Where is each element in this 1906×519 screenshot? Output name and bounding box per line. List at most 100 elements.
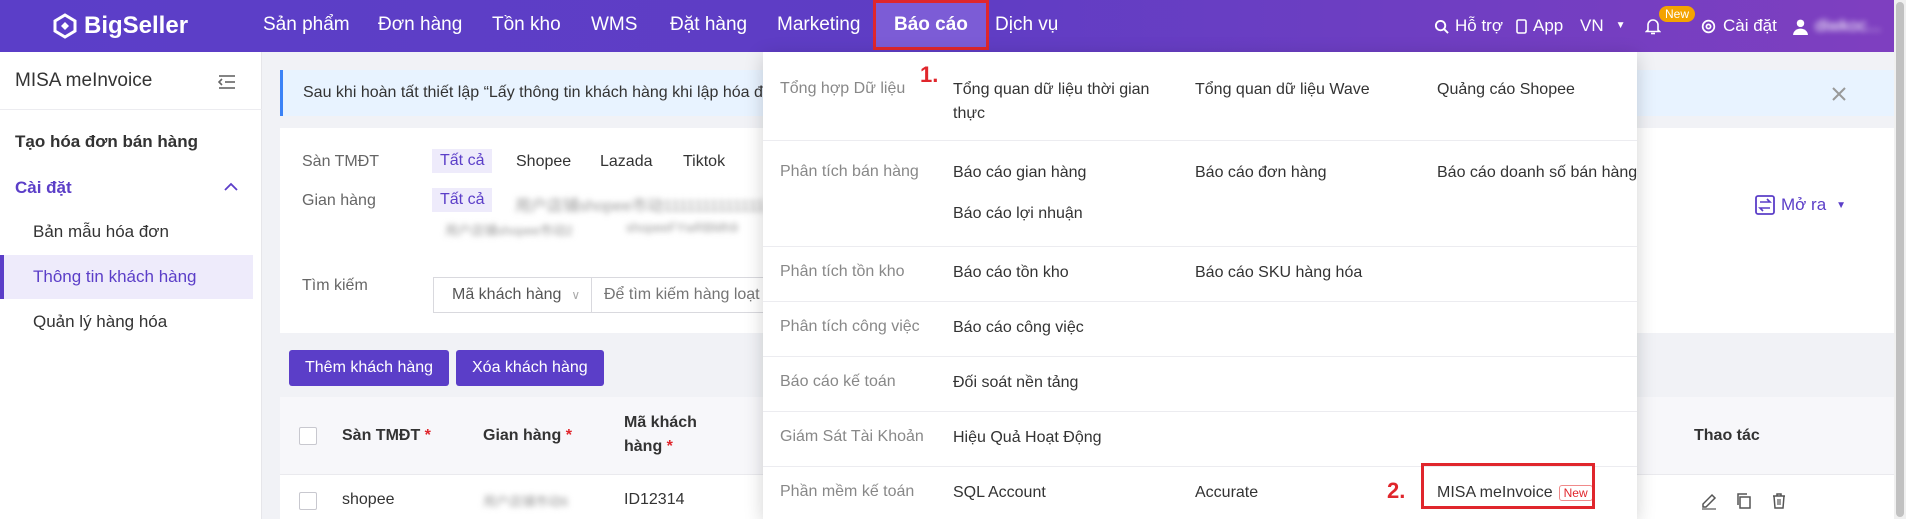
support-label: Hỗ trợ	[1455, 16, 1503, 35]
menu-link-work-report[interactable]: Báo cáo công việc	[953, 316, 1084, 340]
mobile-phone-icon	[1516, 18, 1527, 34]
search-field-select[interactable]: Mã khách hàng ∨	[434, 278, 592, 312]
menu-row-account-monitoring: Giám Sát Tài Khoản Hiệu Quả Hoạt Động	[763, 412, 1637, 467]
sidebar-item-invoice-template[interactable]: Bản mẫu hóa đơn	[33, 222, 169, 242]
menu-link-realtime-overview-line1: Tổng quan dữ liệu thời gian	[953, 81, 1150, 98]
chevron-up-icon[interactable]	[224, 182, 238, 192]
nav-services[interactable]: Dịch vụ	[995, 0, 1058, 52]
nav-orders[interactable]: Đơn hàng	[378, 0, 462, 52]
settings-link[interactable]: Cài đặt	[1700, 0, 1777, 52]
support-link[interactable]: Hỗ trợ	[1434, 0, 1503, 52]
menu-link-store-report[interactable]: Báo cáo gian hàng	[953, 161, 1086, 185]
menu-link-sales-revenue-report[interactable]: Báo cáo doanh số bán hàng	[1437, 161, 1637, 185]
menu-category: Phân tích bán hàng	[780, 163, 919, 180]
sidebar-item-goods-management[interactable]: Quản lý hàng hóa	[33, 312, 167, 332]
store-option-all[interactable]: Tất cả	[432, 188, 493, 212]
app-link[interactable]: App	[1516, 0, 1563, 52]
caret-down-icon: ▼	[1836, 199, 1847, 211]
expand-filters-button[interactable]: Mở ra ▼	[1755, 195, 1846, 215]
gear-icon	[1701, 19, 1716, 33]
platform-option-shopee[interactable]: Shopee	[516, 153, 571, 171]
menu-link-sql-account[interactable]: SQL Account	[953, 481, 1046, 505]
copy-icon[interactable]	[1735, 492, 1753, 510]
sidebar-title: MISA meInvoice	[15, 70, 153, 91]
search-input[interactable]	[592, 286, 772, 304]
highlight-box	[1421, 463, 1595, 509]
notifications-button[interactable]	[1645, 0, 1661, 52]
nav-inventory[interactable]: Tồn kho	[492, 0, 561, 52]
edit-icon[interactable]	[1700, 492, 1718, 510]
cell-customer-code: ID12314	[624, 491, 685, 508]
required-mark: *	[565, 427, 572, 444]
column-customer-code: Mã khách hàng *	[624, 411, 697, 459]
new-badge: New	[1659, 6, 1696, 22]
store-option-3[interactable]: shopeeFYwRBMh9	[626, 220, 738, 235]
username: diwkoc...	[1815, 16, 1882, 35]
column-actions: Thao tác	[1694, 427, 1760, 444]
platform-option-lazada[interactable]: Lazada	[600, 153, 653, 171]
column-platform: Sàn TMĐT *	[342, 424, 431, 448]
collapse-sidebar-icon[interactable]	[218, 74, 236, 90]
select-all-checkbox[interactable]	[299, 427, 317, 445]
menu-link-platform-reconciliation[interactable]: Đối soát nền tảng	[953, 371, 1078, 395]
nav-products[interactable]: Sản phẩm	[263, 0, 350, 52]
switch-icon	[1755, 195, 1775, 215]
app-label: App	[1533, 16, 1564, 35]
reports-dropdown-menu: Tổng hợp Dữ liệu Tổng quan dữ liệu thời …	[763, 52, 1637, 519]
language-selector[interactable]: VN ▼	[1580, 0, 1626, 52]
notice-text: Sau khi hoàn tất thiết lập “Lấy thông ti…	[303, 84, 774, 101]
brand-logo[interactable]: BigSeller	[52, 12, 188, 40]
page-scrollbar[interactable]	[1894, 0, 1906, 519]
user-menu[interactable]: diwkoc...	[1792, 0, 1881, 52]
menu-row-sales-analysis: Phân tích bán hàng Báo cáo gian hàng Báo…	[763, 141, 1637, 247]
menu-link-accurate[interactable]: Accurate	[1195, 481, 1258, 505]
menu-category: Tổng hợp Dữ liệu	[780, 80, 906, 97]
add-customer-button[interactable]: Thêm khách hàng	[289, 350, 450, 386]
annotation-step-2: 2.	[1387, 478, 1406, 503]
search-label: Tìm kiếm	[302, 277, 368, 294]
scrollbar-thumb[interactable]	[1896, 2, 1904, 517]
menu-link-realtime-overview[interactable]: Tổng quan dữ liệu thời gian thực	[953, 78, 1149, 126]
menu-row-work-analysis: Phân tích công việc Báo cáo công việc	[763, 302, 1637, 357]
sidebar-item-customer-info[interactable]: Thông tin khách hàng	[33, 267, 197, 287]
row-checkbox[interactable]	[299, 492, 317, 510]
menu-link-inventory-report[interactable]: Báo cáo tồn kho	[953, 261, 1069, 285]
menu-row-data-summary: Tổng hợp Dữ liệu Tổng quan dữ liệu thời …	[763, 52, 1637, 141]
platform-option-all[interactable]: Tất cả	[432, 149, 493, 173]
nav-reports[interactable]: Báo cáo	[873, 0, 989, 50]
close-icon[interactable]	[1831, 86, 1847, 102]
sidebar-item-settings[interactable]: Cài đặt	[15, 178, 72, 198]
menu-category: Báo cáo kế toán	[780, 373, 896, 390]
store-filter-label: Gian hàng	[302, 192, 376, 209]
nav-wms[interactable]: WMS	[591, 0, 637, 52]
nav-marketing[interactable]: Marketing	[777, 0, 860, 52]
annotation-step-1: 1.	[920, 62, 939, 87]
platform-option-tiktok[interactable]: Tiktok	[683, 153, 725, 171]
store-option-2[interactable]: 用户店铺shopee市动2	[445, 220, 573, 239]
menu-link-sku-report[interactable]: Báo cáo SKU hàng hóa	[1195, 261, 1362, 285]
store-option-1[interactable]: 用户店铺shopee市动1111111111111	[515, 192, 765, 216]
cell-store: 用户店铺市动6	[483, 494, 569, 509]
required-mark: *	[666, 438, 673, 455]
chevron-down-icon: ∨	[571, 288, 581, 302]
column-store: Gian hàng *	[483, 424, 572, 448]
platform-filter-label: Sàn TMĐT	[302, 153, 380, 170]
column-code-label-line2: hàng	[624, 438, 663, 455]
delete-customer-button[interactable]: Xóa khách hàng	[456, 350, 604, 386]
menu-link-shopee-ads[interactable]: Quảng cáo Shopee	[1437, 78, 1575, 102]
expand-label: Mở ra	[1781, 195, 1827, 214]
menu-link-order-report[interactable]: Báo cáo đơn hàng	[1195, 161, 1326, 185]
bell-icon	[1645, 18, 1661, 34]
menu-link-operation-efficiency[interactable]: Hiệu Quả Hoạt Động	[953, 426, 1102, 450]
sidebar: MISA meInvoice Tạo hóa đơn bán hàng Cài …	[0, 52, 262, 519]
settings-label: Cài đặt	[1723, 16, 1777, 35]
menu-category: Phần mềm kế toán	[780, 483, 915, 500]
menu-link-wave-overview[interactable]: Tổng quan dữ liệu Wave	[1195, 78, 1370, 102]
trash-icon[interactable]	[1770, 492, 1788, 510]
search-field-value: Mã khách hàng	[452, 286, 562, 303]
menu-link-profit-report[interactable]: Báo cáo lợi nhuận	[953, 202, 1083, 226]
nav-purchase[interactable]: Đặt hàng	[670, 0, 747, 52]
search-box: Mã khách hàng ∨	[433, 277, 773, 313]
caret-down-icon: ▼	[1615, 20, 1626, 31]
sidebar-item-create-invoice[interactable]: Tạo hóa đơn bán hàng	[15, 132, 198, 152]
